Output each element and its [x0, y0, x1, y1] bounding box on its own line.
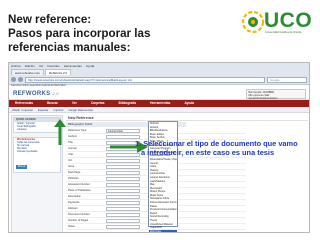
back-icon[interactable] [11, 77, 16, 82]
form-field-input[interactable] [106, 207, 140, 211]
form-field-label: Notes [68, 225, 75, 228]
menu-item[interactable]: Ayuda [86, 64, 94, 69]
form-field-input[interactable]: Journal Article [106, 129, 140, 133]
slide-title: New reference: Pasos para incorporar las… [8, 13, 208, 55]
address-bar[interactable]: http://www.refworks.com/refworks2/defaul… [25, 76, 265, 83]
nav-item-bibliography[interactable]: Bibliografía [119, 100, 137, 107]
reference-filter-item[interactable]: Últimas importadas [14, 150, 60, 153]
form-field-input[interactable] [106, 177, 140, 181]
form-field-input[interactable] [106, 183, 140, 187]
form-field-input[interactable] [106, 189, 140, 193]
reference-type-dropdown[interactable]: Abstract Artwork Bills/Resolutions Book, Ed… [148, 121, 178, 232]
slide-title-line-3: referencias manuales: [8, 41, 131, 54]
new-reference-form: New Reference Bibliographic Fields Refer… [66, 115, 308, 232]
nav-item-help[interactable]: Ayuda [184, 100, 194, 107]
subnav-item[interactable]: Añadir / Importar [12, 107, 33, 112]
form-field-input[interactable] [106, 219, 140, 223]
form-field-input[interactable] [106, 159, 140, 163]
form-field-input[interactable] [106, 171, 140, 175]
nav-item-tools[interactable]: Herramientas [150, 100, 170, 107]
form-field-input[interactable] [106, 201, 140, 205]
subnav-item[interactable]: Exportar [38, 107, 49, 112]
slide-title-line-2: Pasos para incorporar las [8, 27, 151, 40]
browser-tab[interactable]: www.refworks.com [11, 69, 45, 75]
instruction-annotation: 1. Seleccionar el tipo de documento que … [135, 139, 313, 157]
form-field-input[interactable] [106, 225, 140, 229]
form-field-input[interactable] [106, 213, 140, 217]
refworks-logo-version: 2.0 [52, 91, 59, 96]
nav-item-search[interactable]: Buscar [47, 100, 58, 107]
instruction-line-1: 1. Seleccionar el tipo de documento que … [135, 139, 298, 148]
refworks-sub-nav: Añadir / Importar Exportar Imprimir Carg… [9, 107, 309, 113]
refworks-main-nav: Referencias Buscar Ver Carpetas Bibliogr… [9, 100, 309, 107]
subnav-item[interactable]: Imprimir [53, 107, 63, 112]
nav-item-folders[interactable]: Carpetas [91, 100, 105, 107]
browser-tab-active[interactable]: RefWorks 2.0 [45, 69, 72, 75]
forward-icon[interactable] [18, 77, 23, 82]
refworks-logo-text: REFWORKS [13, 91, 51, 97]
sidebar-search-button[interactable]: Buscar [16, 164, 28, 169]
refworks-header: REFWORKS 2.0 Bienvenido: NOMBRE Mis opci… [9, 88, 309, 100]
uco-logo-text: UCO [264, 9, 313, 32]
uco-logo: UCO Universidad Católica de Oriente [241, 10, 315, 38]
uco-emblem-icon [241, 10, 265, 34]
browser-tabs: www.refworks.com RefWorks 2.0 [11, 69, 72, 75]
browser-chrome: Archivo Edición Ver Favoritos Herramient… [9, 63, 309, 85]
slide-title-line-1: New reference: [8, 13, 92, 26]
reference-type-option[interactable]: Dissertation/Thesis, Unpublished [149, 158, 177, 162]
form-field-input[interactable] [106, 165, 140, 169]
instruction-line-2: a introducir, en este caso es una tesis [141, 148, 275, 157]
user-box: Bienvenido: NOMBRE Mis opciones Salir Ay… [246, 89, 306, 100]
browser-search-input[interactable]: Google [267, 76, 307, 83]
refworks-logo: REFWORKS 2.0 [13, 90, 59, 98]
address-bar-row: http://www.refworks.com/refworks2/defaul… [11, 76, 307, 83]
nav-item-view[interactable]: Ver [72, 100, 77, 107]
form-field-input[interactable] [106, 195, 140, 199]
form-title: New Reference [66, 115, 308, 121]
nav-item-references[interactable]: Referencias [15, 100, 33, 107]
up-arrow-icon [54, 119, 66, 145]
subnav-item[interactable]: Cargar Referencias [69, 107, 93, 112]
reference-type-option[interactable]: Web Page [149, 229, 177, 232]
uco-logo-subtitle: Universidad Católica de Oriente [265, 31, 302, 34]
